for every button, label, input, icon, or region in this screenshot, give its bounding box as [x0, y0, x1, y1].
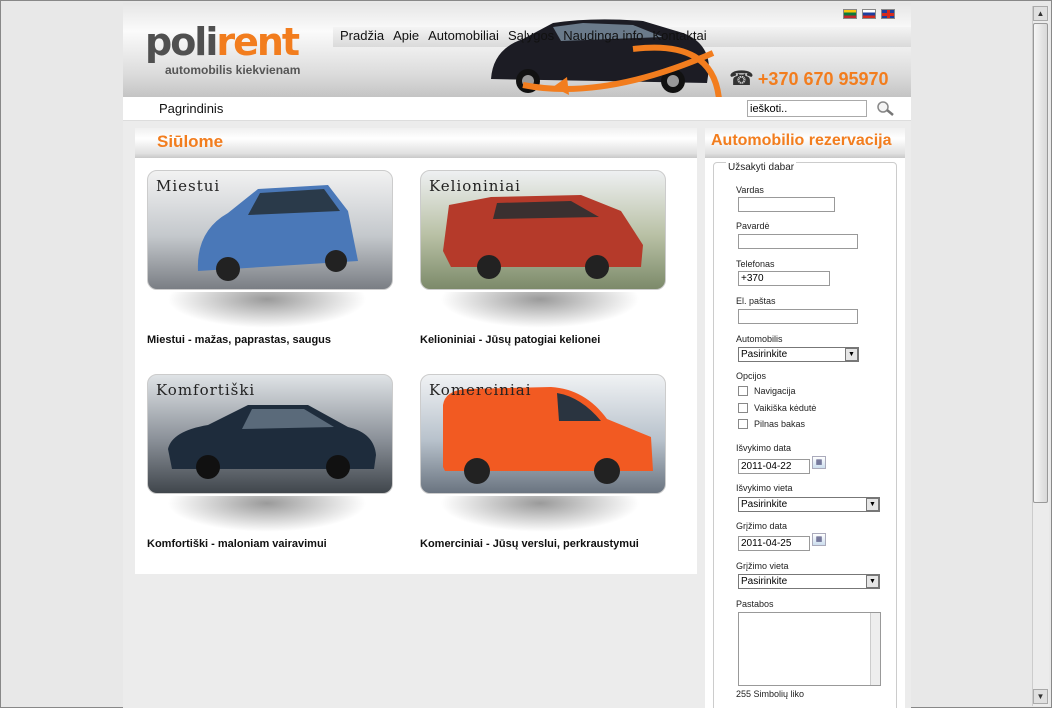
- isvykimo-vieta-select-value: Pasirinkite: [741, 499, 788, 510]
- label-vardas: Vardas: [736, 185, 764, 195]
- label-isvykimo-data: Išvykimo data: [736, 443, 792, 453]
- offer-desc-komfortiski[interactable]: Komfortiški - maloniam vairavimui: [147, 538, 397, 550]
- pastabos-textarea[interactable]: [738, 612, 881, 686]
- sub-bar: Pagrindinis: [123, 97, 911, 121]
- search-input[interactable]: [747, 100, 867, 117]
- offer-card-kelioniniai[interactable]: Kelioniniai Kelioniniai - Jūsų patogiai …: [420, 170, 670, 346]
- email-field[interactable]: [738, 309, 858, 324]
- chevron-down-icon[interactable]: ▼: [866, 498, 879, 511]
- page-container: polirent automobilis kiekvienam Pradžia …: [123, 3, 911, 708]
- offer-card-komfortiski[interactable]: Komfortiški Komfortiški - maloniam vaira…: [147, 374, 397, 550]
- phone-icon: ☎: [729, 68, 754, 90]
- label-grizimo-vieta: Grįžimo vieta: [736, 561, 789, 571]
- russia-flag-icon[interactable]: [862, 9, 876, 19]
- scroll-up-arrow-icon[interactable]: ▲: [1033, 6, 1048, 21]
- offer-image-komerciniai[interactable]: Komerciniai: [420, 374, 666, 494]
- site-tagline: automobilis kiekvienam: [165, 63, 301, 77]
- isvykimo-data-field[interactable]: [738, 459, 810, 474]
- phone-number: ☎ +370 670 95970: [729, 66, 889, 91]
- pilnas-bakas-label: Pilnas bakas: [754, 419, 806, 429]
- offer-image-title: Komfortiški: [156, 381, 256, 399]
- option-pilnas-bakas[interactable]: Pilnas bakas: [738, 419, 805, 429]
- logo-text-rent: rent: [216, 20, 300, 64]
- logo-text-poli: poli: [145, 20, 218, 64]
- offer-reflection: [167, 496, 367, 532]
- isvykimo-vieta-select[interactable]: Pasirinkite ▼: [738, 497, 880, 512]
- window-scrollbar[interactable]: ▲ ▼: [1032, 6, 1049, 706]
- breadcrumb[interactable]: Pagrindinis: [159, 101, 223, 116]
- lithuania-flag-icon[interactable]: [843, 9, 857, 19]
- phone-text: +370 670 95970: [757, 69, 889, 89]
- nav-item-kontaktai[interactable]: Kontaktai: [652, 28, 706, 43]
- label-opcijos: Opcijos: [736, 371, 767, 381]
- vaikiska-kedute-checkbox[interactable]: [738, 403, 748, 413]
- browser-viewport: polirent automobilis kiekvienam Pradžia …: [0, 0, 1052, 708]
- label-telefonas: Telefonas: [736, 259, 775, 269]
- vardas-field[interactable]: [738, 197, 835, 212]
- automobilis-select[interactable]: Pasirinkite ▼: [738, 347, 859, 362]
- site-logo[interactable]: polirent: [145, 20, 300, 64]
- option-navigacija[interactable]: Navigacija: [738, 386, 796, 396]
- form-legend: Užsakyti dabar: [726, 162, 797, 173]
- offer-image-kelioniniai[interactable]: Kelioniniai: [420, 170, 666, 290]
- chevron-down-icon[interactable]: ▼: [866, 575, 879, 588]
- navigacija-label: Navigacija: [754, 386, 796, 396]
- nav-item-naudinga-info[interactable]: Naudinga info: [563, 28, 643, 43]
- grizimo-vieta-select-value: Pasirinkite: [741, 576, 788, 587]
- chevron-down-icon[interactable]: ▼: [845, 348, 858, 361]
- label-grizimo-data: Grįžimo data: [736, 521, 788, 531]
- label-pastabos: Pastabos: [736, 599, 774, 609]
- offer-image-title: Komerciniai: [429, 381, 532, 399]
- vaikiska-kedute-label: Vaikiška kėdutė: [754, 403, 817, 413]
- offer-reflection: [167, 292, 367, 328]
- character-counter: 255 Simbolių liko: [736, 689, 805, 699]
- telefonas-field[interactable]: [738, 271, 830, 286]
- offer-desc-kelioniniai[interactable]: Kelioniniai - Jūsų patogiai kelionei: [420, 334, 670, 346]
- label-isvykimo-vieta: Išvykimo vieta: [736, 483, 793, 493]
- scroll-down-arrow-icon[interactable]: ▼: [1033, 689, 1048, 704]
- reservation-panel: Automobilio rezervacija Užsakyti dabar V…: [705, 128, 905, 708]
- calendar-icon[interactable]: ▦: [812, 456, 826, 469]
- header-car-image: [491, 19, 722, 97]
- offer-card-miestui[interactable]: Miestui Miestui - mažas, paprastas, saug…: [147, 170, 397, 346]
- navigacija-checkbox[interactable]: [738, 386, 748, 396]
- search-icon[interactable]: [875, 100, 895, 118]
- nav-item-salygos[interactable]: Sąlygos: [508, 28, 554, 43]
- reservation-form: Užsakyti dabar Vardas Pavardė Telefonas …: [713, 162, 897, 708]
- site-header: polirent automobilis kiekvienam Pradžia …: [123, 3, 911, 97]
- offers-panel: Siūlome Miestui Miestui - mažas, paprast…: [135, 128, 697, 574]
- offer-card-komerciniai[interactable]: Komerciniai Komerciniai - Jūsų verslui, …: [420, 374, 670, 550]
- language-flags: [843, 9, 895, 19]
- label-email: El. paštas: [736, 296, 776, 306]
- offer-reflection: [440, 292, 640, 328]
- reservation-header: Automobilio rezervacija: [705, 128, 905, 158]
- offer-desc-komerciniai[interactable]: Komerciniai - Jūsų verslui, perkraustymu…: [420, 538, 670, 550]
- uk-flag-icon[interactable]: [881, 9, 895, 19]
- main-nav: Pradžia Apie Automobiliai Sąlygos Naudin…: [340, 28, 707, 43]
- offer-desc-miestui[interactable]: Miestui - mažas, paprastas, saugus: [147, 334, 397, 346]
- grizimo-data-field[interactable]: [738, 536, 810, 551]
- grizimo-vieta-select[interactable]: Pasirinkite ▼: [738, 574, 880, 589]
- textarea-scrollbar[interactable]: [870, 613, 880, 685]
- label-automobilis: Automobilis: [736, 334, 783, 344]
- scrollbar-thumb[interactable]: [1033, 23, 1048, 503]
- offer-image-komfortiski[interactable]: Komfortiški: [147, 374, 393, 494]
- offer-image-title: Miestui: [156, 177, 221, 195]
- offer-image-miestui[interactable]: Miestui: [147, 170, 393, 290]
- label-pavarde: Pavardė: [736, 221, 770, 231]
- nav-item-automobiliai[interactable]: Automobiliai: [428, 28, 499, 43]
- option-vaikiska-kedute[interactable]: Vaikiška kėdutė: [738, 403, 816, 413]
- offers-title: Siūlome: [157, 132, 224, 151]
- nav-item-pradzia[interactable]: Pradžia: [340, 28, 384, 43]
- offer-image-title: Kelioniniai: [429, 177, 521, 195]
- reservation-title: Automobilio rezervacija: [711, 132, 892, 149]
- offers-header: Siūlome: [135, 128, 697, 158]
- calendar-icon[interactable]: ▦: [812, 533, 826, 546]
- nav-item-apie[interactable]: Apie: [393, 28, 419, 43]
- automobilis-select-value: Pasirinkite: [741, 349, 788, 360]
- pilnas-bakas-checkbox[interactable]: [738, 419, 748, 429]
- pavarde-field[interactable]: [738, 234, 858, 249]
- offer-reflection: [440, 496, 640, 532]
